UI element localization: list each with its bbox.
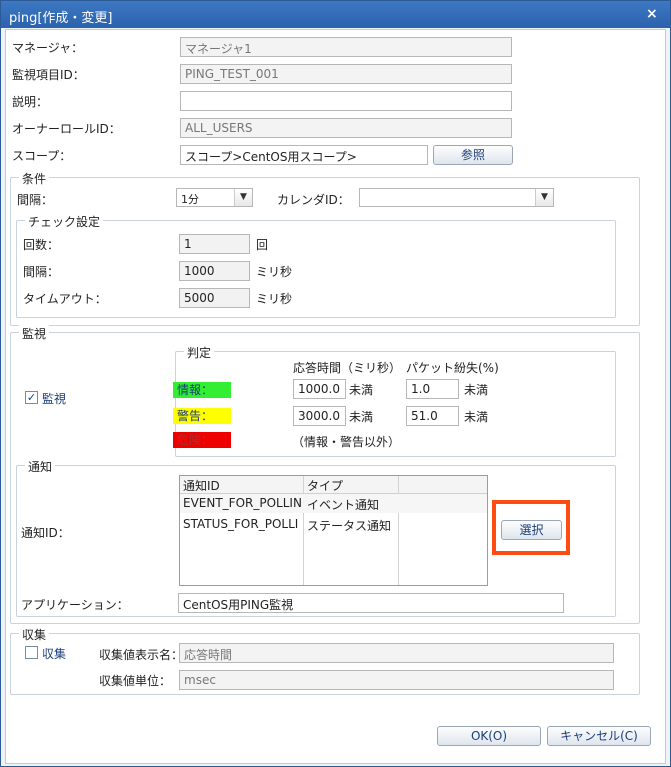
- notify-row-id: STATUS_FOR_POLLI: [183, 517, 299, 531]
- notify-col-type: タイプ: [307, 479, 344, 493]
- notify-col-id: 通知ID: [183, 479, 220, 493]
- check-interval-field[interactable]: 1000: [179, 261, 250, 281]
- monitor-group: 監視 ✓ 監視 判定 応答時間（ミリ秒） パケット紛失(%) 情報： 1000.…: [10, 325, 640, 624]
- manager-label: マネージャ：: [12, 41, 84, 55]
- timeout-label: タイムアウト：: [23, 292, 107, 306]
- count-field[interactable]: 1: [179, 234, 250, 254]
- monitor-id-field[interactable]: PING_TEST_001: [180, 64, 512, 84]
- collect-checkbox-label: 収集: [42, 647, 67, 661]
- info-response-field[interactable]: 1000.0: [293, 379, 346, 399]
- check-settings-legend: チェック設定: [25, 213, 104, 230]
- interval-select[interactable]: 1分 ▼: [176, 188, 253, 207]
- scope-field[interactable]: スコープ>CentOS用スコープ>: [180, 145, 428, 165]
- info-badge: 情報：: [173, 382, 231, 398]
- monitor-id-label: 監視項目ID：: [12, 68, 85, 82]
- info-response-unit: 未満: [349, 383, 374, 397]
- notify-row-type: イベント通知: [307, 498, 380, 512]
- timeout-unit: ミリ秒: [256, 292, 293, 306]
- critical-badge: 危険：: [173, 432, 231, 448]
- conditions-group: 条件 間隔： 1分 ▼ カレンダID： ▼ チェック設定 回数： 1 回 間隔：…: [10, 170, 640, 326]
- warning-packet-field[interactable]: 51.0: [406, 406, 459, 426]
- notify-id-label: 通知ID：: [21, 526, 70, 540]
- scope-browse-button[interactable]: 参照: [433, 145, 513, 165]
- owner-role-field[interactable]: ALL_USERS: [180, 118, 512, 138]
- interval-value: 1分: [181, 193, 199, 206]
- warning-badge: 警告：: [173, 408, 231, 424]
- unit-label: 収集値単位：: [99, 674, 172, 688]
- check-interval-unit: ミリ秒: [256, 265, 293, 279]
- monitor-checkbox-label: 監視: [42, 392, 67, 406]
- monitor-checkbox[interactable]: ✓: [25, 391, 38, 404]
- description-field[interactable]: [180, 91, 512, 111]
- check-settings-group: チェック設定 回数： 1 回 間隔： 1000 ミリ秒 タイムアウト： 5000…: [16, 213, 616, 318]
- dialog-body: マネージャ： マネージャ1 監視項目ID： PING_TEST_001 説明： …: [5, 29, 666, 764]
- info-packet-unit: 未満: [464, 383, 489, 397]
- close-icon[interactable]: ×: [646, 6, 658, 22]
- window-title: ping[作成・変更]: [9, 11, 113, 26]
- calendar-label: カレンダID：: [277, 193, 350, 207]
- notify-row-id: EVENT_FOR_POLLIN: [183, 496, 301, 510]
- calendar-select[interactable]: ▼: [359, 188, 554, 207]
- notify-table: 通知ID タイプ EVENT_FOR_POLLIN イベント通知 STATUS_…: [179, 475, 488, 586]
- judgment-legend: 判定: [184, 344, 215, 361]
- monitor-legend: 監視: [19, 325, 50, 342]
- table-row[interactable]: STATUS_FOR_POLLI ステータス通知: [180, 515, 487, 534]
- timeout-field[interactable]: 5000: [179, 288, 250, 308]
- notify-group: 通知 通知ID： 通知ID タイプ EVENT_FOR_POLLIN イベント通…: [16, 458, 616, 617]
- chevron-down-icon: ▼: [535, 189, 553, 206]
- collect-checkbox[interactable]: [25, 646, 38, 659]
- notify-legend: 通知: [25, 458, 56, 475]
- owner-role-label: オーナーロールID：: [12, 122, 121, 136]
- application-label: アプリケーション：: [21, 598, 129, 612]
- unit-field[interactable]: msec: [179, 670, 614, 690]
- critical-note: （情報・警告以外）: [292, 435, 401, 449]
- manager-field[interactable]: マネージャ1: [180, 37, 512, 57]
- count-unit: 回: [256, 238, 269, 252]
- dialog-window: ping[作成・変更] × マネージャ： マネージャ1 監視項目ID： PING…: [0, 0, 671, 767]
- scope-label: スコープ：: [12, 149, 72, 163]
- cancel-button[interactable]: キャンセル(C): [547, 726, 651, 746]
- warning-response-field[interactable]: 3000.0: [293, 406, 346, 426]
- table-row[interactable]: EVENT_FOR_POLLIN イベント通知: [180, 494, 487, 513]
- application-field[interactable]: CentOS用PING監視: [178, 593, 564, 613]
- description-label: 説明：: [12, 95, 49, 109]
- title-bar: ping[作成・変更] ×: [1, 1, 670, 28]
- conditions-legend: 条件: [19, 170, 50, 187]
- check-interval-label: 間隔：: [23, 265, 60, 279]
- count-label: 回数：: [23, 238, 60, 252]
- chevron-down-icon: ▼: [234, 189, 252, 206]
- display-name-field[interactable]: 応答時間: [179, 643, 614, 663]
- judgment-group: 判定 応答時間（ミリ秒） パケット紛失(%) 情報： 1000.0 未満 1.0…: [173, 344, 616, 457]
- info-packet-field[interactable]: 1.0: [406, 379, 459, 399]
- interval-label: 間隔：: [17, 193, 54, 207]
- collect-legend: 収集: [19, 626, 50, 643]
- ok-button[interactable]: OK(O): [437, 726, 541, 746]
- warning-response-unit: 未満: [349, 410, 374, 424]
- collect-group: 収集 収集 収集値表示名： 応答時間 収集値単位： msec: [10, 626, 640, 695]
- notify-row-type: ステータス通知: [307, 519, 392, 533]
- warning-packet-unit: 未満: [464, 410, 489, 424]
- packet-loss-header: パケット紛失(%): [406, 361, 499, 375]
- display-name-label: 収集値表示名：: [99, 648, 184, 662]
- notify-select-button[interactable]: 選択: [501, 520, 562, 540]
- response-time-header: 応答時間（ミリ秒）: [293, 361, 402, 375]
